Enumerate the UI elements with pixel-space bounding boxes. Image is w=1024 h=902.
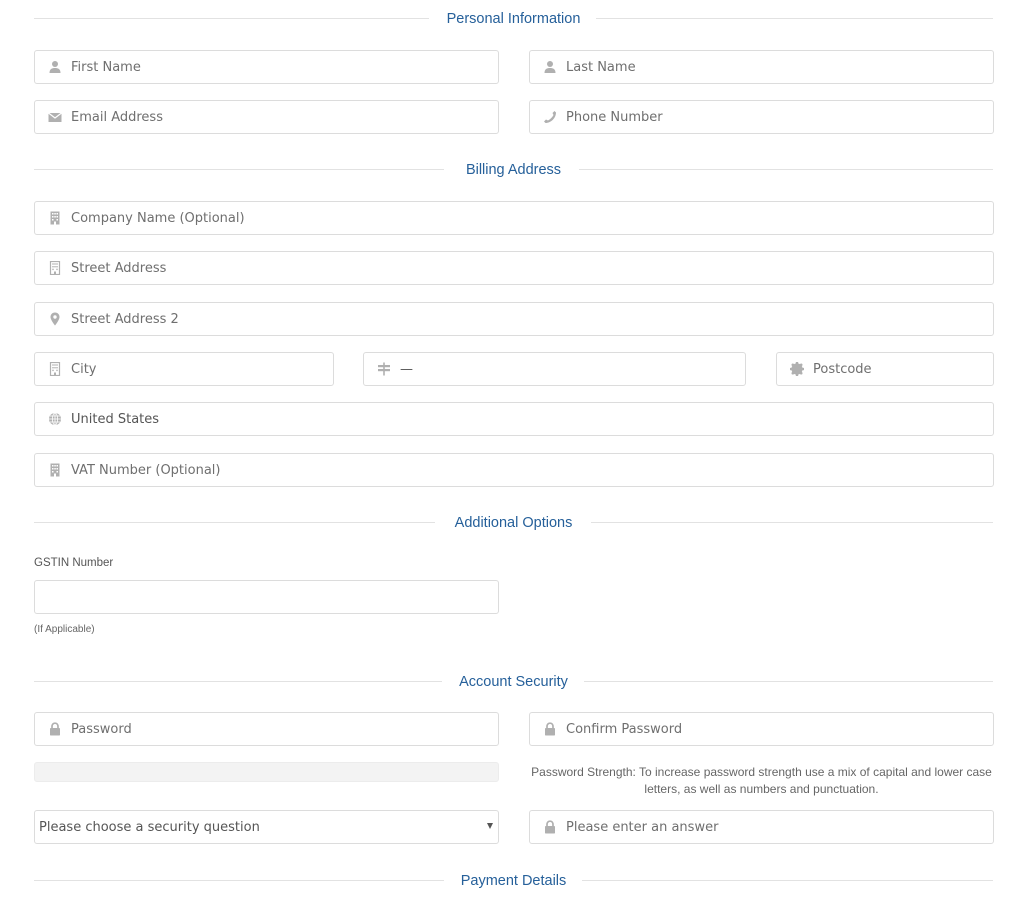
street-address-input[interactable]: Street Address — [34, 251, 994, 285]
dropdown-caret-icon — [487, 823, 493, 829]
street-address-2-input[interactable]: Street Address 2 — [34, 302, 994, 336]
building-icon — [48, 211, 62, 225]
password-input[interactable]: Password — [34, 712, 499, 746]
section-header-payment: Payment Details — [34, 871, 993, 891]
signpost-icon — [377, 362, 391, 376]
first-name-placeholder: First Name — [71, 59, 141, 75]
section-header-security: Account Security — [34, 672, 993, 692]
state-value: — — [400, 361, 413, 377]
gstin-help-text: (If Applicable) — [34, 624, 95, 635]
section-title-personal: Personal Information — [432, 11, 595, 27]
building-icon — [48, 463, 62, 477]
street-address-placeholder: Street Address — [71, 260, 167, 276]
map-marker-icon — [48, 312, 62, 326]
postcode-placeholder: Postcode — [813, 361, 872, 377]
street-address-2-placeholder: Street Address 2 — [71, 311, 179, 327]
security-answer-input[interactable]: Please enter an answer — [529, 810, 994, 844]
confirm-password-placeholder: Confirm Password — [566, 721, 683, 737]
country-select[interactable]: United States — [34, 402, 994, 436]
email-placeholder: Email Address — [71, 109, 163, 125]
country-value: United States — [71, 411, 160, 427]
phone-placeholder: Phone Number — [566, 109, 663, 125]
last-name-placeholder: Last Name — [566, 59, 636, 75]
lock-icon — [543, 722, 557, 736]
building-outline-icon — [48, 362, 62, 376]
section-title-security: Account Security — [445, 674, 582, 690]
lock-icon — [543, 820, 557, 834]
user-icon — [543, 60, 557, 74]
globe-icon — [48, 412, 62, 426]
security-question-select[interactable]: Please choose a security question — [34, 810, 499, 844]
section-header-additional: Additional Options — [34, 513, 993, 533]
section-title-additional: Additional Options — [440, 515, 587, 531]
envelope-icon — [48, 110, 62, 124]
user-icon — [48, 60, 62, 74]
last-name-input[interactable]: Last Name — [529, 50, 994, 84]
first-name-input[interactable]: First Name — [34, 50, 499, 84]
city-input[interactable]: City — [34, 352, 334, 386]
state-select[interactable]: — — [363, 352, 746, 386]
section-title-billing: Billing Address — [451, 162, 576, 178]
postcode-input[interactable]: Postcode — [776, 352, 994, 386]
phone-input[interactable]: Phone Number — [529, 100, 994, 134]
building-outline-icon — [48, 261, 62, 275]
section-header-billing: Billing Address — [34, 160, 993, 180]
company-name-placeholder: Company Name (Optional) — [71, 210, 245, 226]
email-input[interactable]: Email Address — [34, 100, 499, 134]
section-title-payment: Payment Details — [446, 873, 581, 889]
city-placeholder: City — [71, 361, 97, 377]
security-answer-placeholder: Please enter an answer — [566, 819, 719, 835]
lock-icon — [48, 722, 62, 736]
confirm-password-input[interactable]: Confirm Password — [529, 712, 994, 746]
security-question-value: Please choose a security question — [39, 819, 260, 835]
company-name-input[interactable]: Company Name (Optional) — [34, 201, 994, 235]
phone-icon — [543, 110, 557, 124]
password-strength-text: Password Strength: To increase password … — [531, 765, 992, 796]
section-header-personal: Personal Information — [34, 9, 993, 29]
vat-number-input[interactable]: VAT Number (Optional) — [34, 453, 994, 487]
gstin-label: GSTIN Number — [34, 557, 114, 569]
vat-number-placeholder: VAT Number (Optional) — [71, 462, 221, 478]
certificate-icon — [790, 362, 804, 376]
password-strength-bar — [34, 762, 499, 782]
password-placeholder: Password — [71, 721, 132, 737]
gstin-input[interactable] — [34, 580, 499, 614]
